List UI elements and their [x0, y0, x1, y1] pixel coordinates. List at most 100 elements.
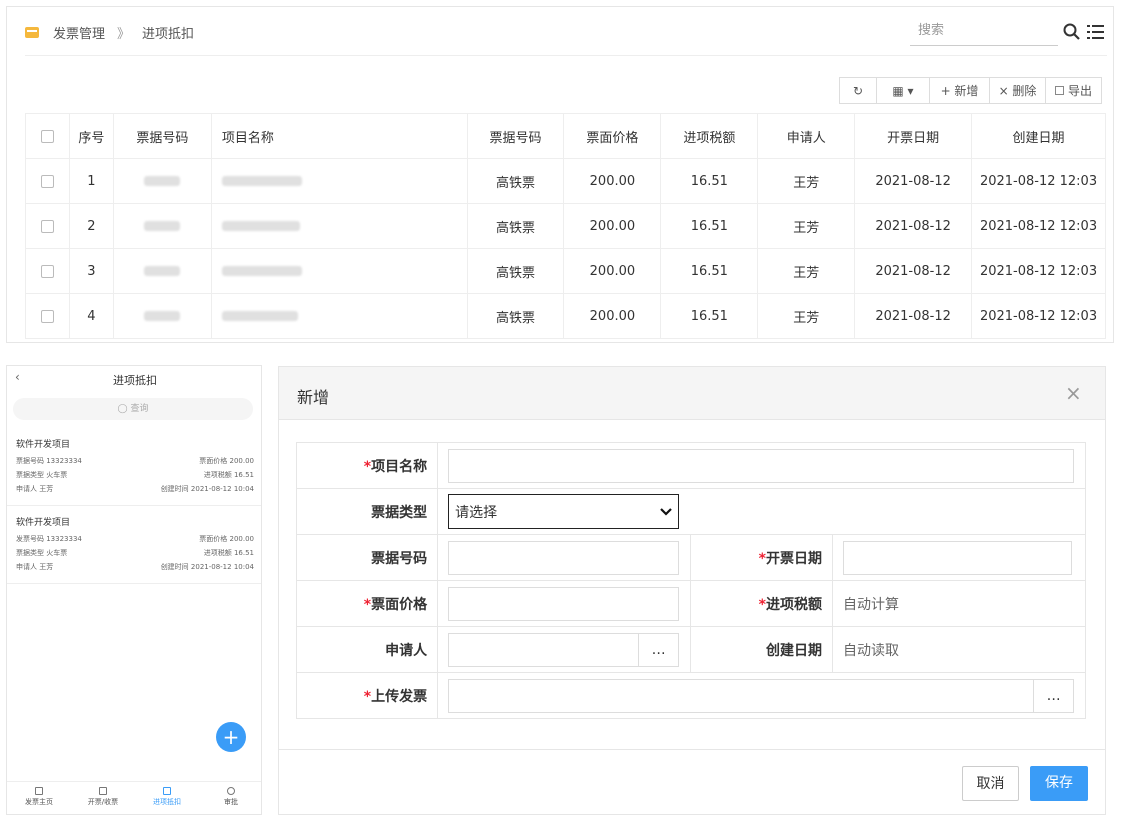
card-tax: 进项税额 16.51 [203, 471, 254, 479]
bill-type-select[interactable]: 请选择 [448, 494, 680, 529]
table-row[interactable]: 1 高铁票 200.00 16.51 王芳 2021-08-12 2021-08… [25, 158, 1106, 204]
col-header: 开票日期 [854, 113, 973, 159]
card-applicant: 申请人 王芳 [16, 563, 54, 571]
row-index: 4 [68, 293, 114, 339]
tab-approval[interactable]: 审批 [199, 782, 261, 814]
row-price: 200.00 [563, 248, 662, 294]
dialog-header: 新增 × [279, 367, 1105, 420]
created-auto-value: 自动读取 [831, 626, 1087, 673]
invoice-date-input[interactable] [842, 540, 1072, 575]
card-title: 软件开发项目 [16, 440, 71, 450]
columns-button[interactable]: ▦ ▾ [877, 77, 930, 104]
applicant-input[interactable]: … [448, 632, 680, 667]
row-index: 3 [68, 248, 114, 294]
row-created-date: 2021-08-12 12:03 [971, 203, 1106, 249]
tab-input-deduction[interactable]: 进项抵扣 [135, 782, 199, 814]
label-bill-no: 票据号码 [295, 534, 439, 581]
project-name-input[interactable] [448, 448, 1075, 483]
row-tax: 16.51 [660, 293, 759, 339]
card-bill-no: 票据号码 13323334 [16, 457, 82, 465]
add-button[interactable]: + 新增 [930, 77, 990, 104]
mobile-search-input[interactable]: ◯ 查询 [13, 398, 253, 420]
select-all-cell[interactable] [25, 113, 70, 159]
select-all-checkbox[interactable] [40, 129, 54, 143]
row-bill-type: 高铁票 [466, 158, 565, 204]
refresh-button[interactable]: ↻ [839, 77, 877, 104]
table-row[interactable]: 2 高铁票 200.00 16.51 王芳 2021-08-12 2021-08… [25, 203, 1106, 249]
table-row[interactable]: 4 高铁票 200.00 16.51 王芳 2021-08-12 2021-08… [25, 293, 1106, 339]
row-invoice-date: 2021-08-12 [854, 203, 973, 249]
refresh-icon: ↻ [852, 83, 864, 98]
row-checkbox[interactable] [40, 264, 54, 278]
bill-no-input[interactable] [448, 540, 680, 575]
document-icon [163, 787, 171, 795]
mobile-list-item[interactable]: 软件开发项目 发票号码 13323334 票面价格 200.00 票据类型 火车票… [7, 506, 261, 584]
redacted-project-name [221, 266, 302, 276]
breadcrumb-root[interactable]: 发票管理 [53, 23, 105, 42]
label-invoice-date: *开票日期 [690, 534, 833, 581]
label-created-date: 创建日期 [690, 626, 833, 673]
label-applicant: 申请人 [295, 626, 439, 673]
add-dialog: 新增 × *项目名称 票据类型 请选择 票据号码 *开票日期 *票面价格 *进项… [278, 366, 1106, 815]
tax-auto-value: 自动计算 [831, 580, 1087, 627]
row-price: 200.00 [563, 293, 662, 339]
row-tax: 16.51 [660, 248, 759, 294]
columns-icon: ▦ ▾ [892, 83, 914, 98]
dialog-title: 新增 [297, 388, 330, 407]
upload-picker-button[interactable]: … [1033, 679, 1073, 712]
redacted-project-name [221, 311, 298, 321]
card-tax: 进项税额 16.51 [203, 549, 254, 557]
row-tax: 16.51 [660, 203, 759, 249]
row-invoice-date: 2021-08-12 [854, 293, 973, 339]
approval-icon [227, 787, 235, 795]
cancel-button[interactable]: 取消 [962, 766, 1019, 801]
redacted-project-name [221, 176, 302, 186]
breadcrumb-current: 进项抵扣 [142, 27, 195, 42]
table-header-row: 序号 票据号码 项目名称 票据号码 票面价格 进项税额 申请人 开票日期 创建日… [25, 113, 1106, 159]
card-created: 创建时间 2021-08-12 10:04 [160, 485, 254, 493]
card-bill-type: 票据类型 火车票 [16, 471, 68, 479]
row-applicant: 王芳 [757, 293, 856, 339]
add-fab-button[interactable]: + [216, 722, 246, 752]
price-input[interactable] [448, 586, 680, 621]
mobile-preview: ‹ 进项抵扣 ◯ 查询 软件开发项目 票据号码 13323334 票面价格 200… [6, 365, 262, 815]
header-divider [25, 55, 1107, 56]
mobile-tabbar: 发票主页 开票/收票 进项抵扣 审批 [7, 781, 261, 814]
list-menu-icon[interactable] [1087, 24, 1105, 40]
row-checkbox[interactable] [40, 174, 54, 188]
row-price: 200.00 [563, 203, 662, 249]
search-icon[interactable] [1063, 23, 1081, 41]
invoice-list-panel: 发票管理 》 进项抵扣 搜索 ↻ ▦ ▾ + 新增 × 删除 导出 序号 票据号… [6, 6, 1114, 343]
tab-invoice-home[interactable]: 发票主页 [7, 782, 71, 814]
delete-button[interactable]: × 删除 [990, 77, 1046, 104]
tab-label: 发票主页 [25, 798, 53, 806]
save-button[interactable]: 保存 [1030, 766, 1088, 801]
export-button[interactable]: 导出 [1046, 77, 1102, 104]
row-invoice-date: 2021-08-12 [854, 248, 973, 294]
applicant-picker-button[interactable]: … [638, 633, 678, 666]
redacted-bill-no [144, 176, 181, 186]
redacted-project-name [221, 221, 300, 231]
tab-issue-receive[interactable]: 开票/收票 [71, 782, 135, 814]
mobile-list-item[interactable]: 软件开发项目 票据号码 13323334 票面价格 200.00 票据类型 火车票… [7, 428, 261, 506]
export-label: 导出 [1067, 84, 1092, 98]
receipt-icon [99, 787, 107, 795]
card-price: 票面价格 200.00 [199, 535, 254, 543]
tab-label: 开票/收票 [87, 798, 119, 806]
upload-input[interactable]: … [448, 678, 1075, 713]
bill-type-value: 请选择 [455, 504, 498, 521]
redacted-bill-no [144, 266, 181, 276]
label-upload: *上传发票 [295, 672, 439, 719]
row-checkbox[interactable] [40, 309, 54, 323]
row-created-date: 2021-08-12 12:03 [971, 248, 1106, 294]
row-tax: 16.51 [660, 158, 759, 204]
tab-label: 进项抵扣 [153, 798, 181, 806]
label-project-name: *项目名称 [295, 442, 439, 489]
table-row[interactable]: 3 高铁票 200.00 16.51 王芳 2021-08-12 2021-08… [25, 248, 1106, 294]
col-header: 票面价格 [563, 113, 662, 159]
row-checkbox[interactable] [40, 219, 54, 233]
search-input[interactable]: 搜索 [910, 21, 1058, 46]
invoice-icon [25, 27, 39, 38]
card-title: 软件开发项目 [16, 518, 71, 528]
close-icon[interactable]: × [1065, 381, 1082, 405]
